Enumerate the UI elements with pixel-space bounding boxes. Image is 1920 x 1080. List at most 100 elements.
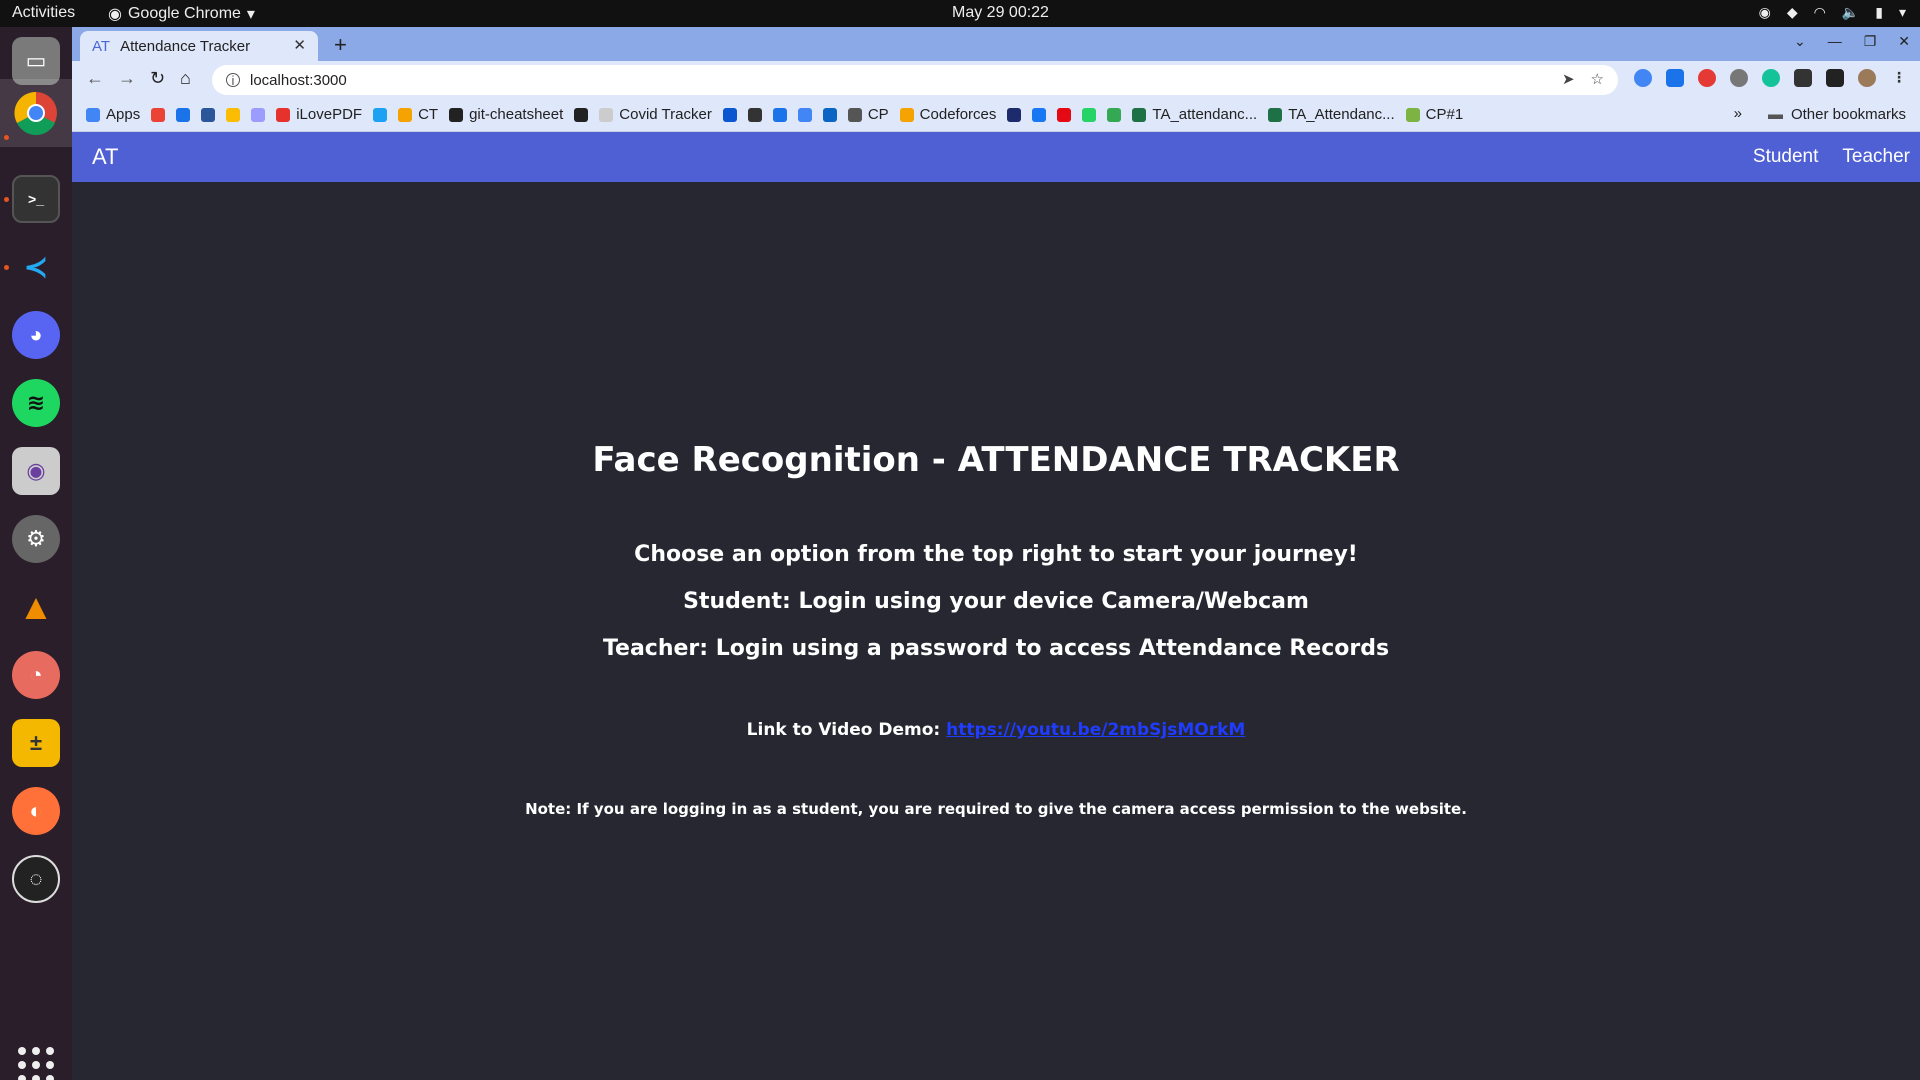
nav-teacher-link[interactable]: Teacher [1842, 146, 1910, 168]
files-icon[interactable]: ▭ [12, 37, 60, 85]
show-applications-icon[interactable] [18, 1047, 54, 1080]
bookmark-item[interactable]: TA_attendanc... [1132, 106, 1257, 123]
puzzle-icon[interactable] [1794, 69, 1812, 87]
bookmark-favicon-icon [276, 107, 291, 122]
system-tray[interactable]: ◉ ◆ ◠ 🔈 ▮ ▾ [1759, 4, 1906, 21]
send-icon[interactable]: ➤ [1562, 70, 1575, 88]
grammarly-icon[interactable] [1762, 69, 1780, 87]
bookmark-item[interactable] [176, 107, 191, 122]
bookmark-favicon-icon [574, 107, 589, 122]
bookmark-item[interactable]: iLovePDF [276, 106, 362, 123]
bookmark-item[interactable] [373, 107, 388, 122]
bookmark-favicon-icon [86, 107, 100, 122]
extension-icon[interactable] [1698, 69, 1716, 87]
bookmark-item[interactable] [151, 107, 166, 122]
bookmark-item[interactable] [251, 107, 266, 122]
bookmark-favicon-icon [1132, 107, 1147, 122]
main-content: Face Recognition - ATTENDANCE TRACKER Ch… [72, 182, 1920, 1080]
favicon-icon: AT [92, 37, 111, 55]
bookmark-item[interactable]: CP [847, 106, 889, 123]
bookmark-item[interactable] [1107, 107, 1122, 122]
bookmark-item[interactable] [201, 107, 216, 122]
running-indicator [4, 197, 9, 202]
chrome-icon[interactable] [12, 89, 60, 137]
bookmark-item[interactable] [1032, 107, 1047, 122]
bookmark-favicon-icon [1082, 107, 1097, 122]
extension-icon[interactable] [1666, 69, 1684, 87]
bookmark-item[interactable]: CP#1 [1405, 106, 1464, 123]
tab-search-icon[interactable]: ⌄ [1794, 33, 1806, 50]
bookmark-label: iLovePDF [296, 106, 363, 123]
bookmark-favicon-icon [822, 107, 837, 122]
reload-icon[interactable]: ↻ [150, 68, 165, 89]
home-icon[interactable]: ⌂ [180, 68, 191, 89]
bookmark-item[interactable] [722, 107, 737, 122]
forward-icon[interactable]: → [118, 68, 136, 89]
side-panel-icon[interactable] [1826, 69, 1844, 87]
minimize-icon[interactable]: — [1828, 33, 1842, 50]
profile-avatar[interactable] [1858, 69, 1876, 87]
obs-icon[interactable]: ◌ [12, 855, 60, 903]
clock[interactable]: May 29 00:22 [952, 4, 1049, 22]
bookmark-item[interactable]: CT [398, 106, 438, 123]
tab-strip: AT Attendance Tracker ✕ + ⌄ — ❐ ✕ [72, 27, 1920, 61]
spotify-icon[interactable]: ≋ [12, 379, 60, 427]
bookmark-item[interactable]: git-cheatsheet [449, 106, 563, 123]
bookmark-favicon-icon [747, 107, 762, 122]
bookmark-item[interactable]: Codeforces [899, 106, 996, 123]
bookmark-favicon-icon [176, 107, 191, 122]
bookmark-item[interactable] [1007, 107, 1022, 122]
restore-icon[interactable]: ❐ [1864, 33, 1877, 50]
battery-icon: ▮ [1875, 4, 1883, 20]
nav-student-link[interactable]: Student [1753, 146, 1819, 168]
other-bookmarks-folder[interactable]: ▬ Other bookmarks [1768, 106, 1906, 123]
address-bar[interactable]: i localhost:3000 ➤ ☆ [212, 65, 1618, 95]
firefox-icon[interactable]: ◐ [12, 787, 60, 835]
bookmark-item[interactable]: Apps [86, 106, 140, 123]
new-tab-button[interactable]: + [334, 32, 347, 58]
bookmark-star-icon[interactable]: ☆ [1591, 70, 1604, 88]
bookmark-item[interactable] [574, 107, 589, 122]
pie-chart-app-icon[interactable]: ◔ [12, 651, 60, 699]
bookmark-label: CP [867, 106, 889, 123]
bookmark-label: CP#1 [1425, 106, 1464, 123]
extension-icon[interactable] [1730, 69, 1748, 87]
bookmark-item[interactable] [772, 107, 787, 122]
site-info-icon[interactable]: i [226, 73, 240, 88]
activities-button[interactable]: Activities [12, 4, 75, 22]
discord-icon[interactable]: ◕ [12, 311, 60, 359]
close-window-icon[interactable]: ✕ [1898, 33, 1910, 50]
bookmark-item[interactable] [747, 107, 762, 122]
bookmark-item[interactable] [1057, 107, 1072, 122]
vlc-icon[interactable]: ▲ [12, 583, 60, 631]
bookmark-item[interactable]: Covid Tracker [599, 106, 712, 123]
video-demo-link[interactable]: https://youtu.be/2mbSjsMOrkM [946, 720, 1245, 740]
bookmark-item[interactable] [1082, 107, 1097, 122]
vscode-icon[interactable]: ≺ [12, 243, 60, 291]
bookmark-favicon-icon [251, 107, 266, 122]
more-bookmarks-button[interactable]: » [1734, 105, 1742, 122]
tab-attendance-tracker[interactable]: AT Attendance Tracker ✕ [80, 31, 318, 61]
settings-icon[interactable]: ⚙ [12, 515, 60, 563]
site-navbar: AT Student Teacher [72, 132, 1920, 182]
close-icon[interactable]: ✕ [293, 36, 306, 54]
calculator-icon[interactable]: ± [12, 719, 60, 767]
extension-icon[interactable] [1634, 69, 1652, 87]
bookmark-item[interactable]: TA_Attendanc... [1268, 106, 1395, 123]
terminal-icon[interactable]: >_ [12, 175, 60, 223]
brand-logo[interactable]: AT [92, 144, 118, 170]
chrome-app-icon: ◉ [108, 6, 122, 23]
bookmark-item[interactable] [797, 107, 812, 122]
back-icon[interactable]: ← [86, 68, 104, 89]
menu-icon[interactable]: ⋮ [1890, 69, 1908, 87]
bookmark-favicon-icon [151, 107, 166, 122]
video-demo: Link to Video Demo: https://youtu.be/2mb… [72, 720, 1920, 740]
bookmark-item[interactable] [226, 107, 241, 122]
bookmark-favicon-icon [722, 107, 737, 122]
bookmark-item[interactable] [822, 107, 837, 122]
video-demo-label: Link to Video Demo: [746, 720, 947, 740]
app-menu[interactable]: ◉ Google Chrome ▾ [108, 4, 255, 24]
camera-app-icon[interactable]: ◉ [12, 447, 60, 495]
chevron-down-icon: ▾ [1898, 4, 1906, 20]
running-indicator [4, 135, 9, 140]
